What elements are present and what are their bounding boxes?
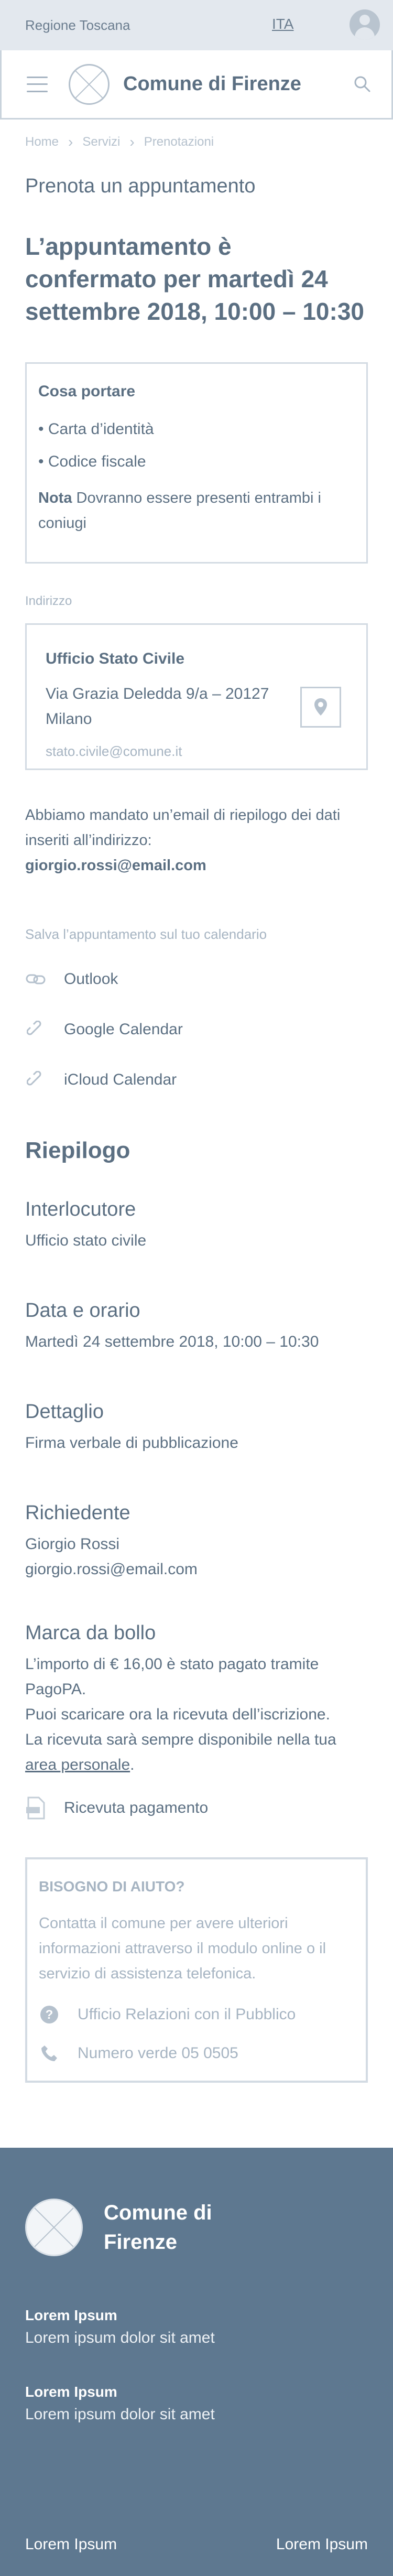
calendar-link-google[interactable]: Google Calendar bbox=[25, 1004, 368, 1055]
logo-icon[interactable] bbox=[69, 63, 110, 105]
summary-datetime: Data e orario Martedì 24 settembre 2018,… bbox=[25, 1300, 368, 1355]
chevron-right-icon: › bbox=[68, 134, 73, 150]
footer-block-text[interactable]: Lorem ipsum dolor sit amet bbox=[25, 2406, 215, 2423]
svg-text:?: ? bbox=[46, 2008, 53, 2022]
footer-block-title: Lorem Ipsum bbox=[25, 2307, 117, 2323]
calendar-link-outlook[interactable]: Outlook bbox=[25, 954, 368, 1004]
chevron-right-icon: › bbox=[129, 134, 135, 150]
footer-block: Lorem Ipsum Lorem ipsum dolor sit amet bbox=[25, 2307, 368, 2347]
urp-link[interactable]: ? Ufficio Relazioni con il Pubblico bbox=[39, 2004, 354, 2025]
stamp-line-3: La ricevuta sarà sempre disponibile nell… bbox=[25, 1731, 336, 1773]
breadcrumb-servizi[interactable]: Servizi bbox=[82, 135, 120, 149]
calendar-link-label: Google Calendar bbox=[64, 1021, 183, 1038]
urp-label: Ufficio Relazioni con il Pubblico bbox=[78, 2006, 296, 2023]
phone-icon bbox=[39, 2043, 60, 2064]
email-sent-address: giorgio.rossi@email.com bbox=[25, 857, 206, 874]
bring-item-tax-code: • Codice fiscale bbox=[38, 453, 146, 470]
phone-label: Numero verde 05 0505 bbox=[78, 2044, 238, 2062]
requester-email: giorgio.rossi@email.com bbox=[25, 1561, 198, 1578]
receipt-link[interactable]: Ricevuta pagamento bbox=[25, 1796, 368, 1820]
map-pin-icon bbox=[314, 698, 327, 716]
stamp-line-1: L’importo di € 16,00 è stato pagato tram… bbox=[25, 1655, 319, 1698]
detail-label: Dettaglio bbox=[25, 1401, 104, 1423]
stamp-line-2: Puoi scaricare ora la ricevuta dell’iscr… bbox=[25, 1706, 330, 1723]
site-footer: Comune di Firenze Lorem Ipsum Lorem ipsu… bbox=[0, 2148, 393, 2576]
footer-block: Lorem Ipsum Lorem ipsum dolor sit amet bbox=[25, 2384, 368, 2423]
address-label: Indirizzo bbox=[25, 594, 72, 608]
site-header: Comune di Firenze bbox=[0, 50, 393, 120]
link-icon bbox=[25, 969, 46, 990]
document-pdf-icon bbox=[26, 1796, 45, 1820]
region-link[interactable]: Regione Toscana bbox=[25, 17, 130, 34]
office-email[interactable]: stato.civile@comune.it bbox=[46, 743, 347, 760]
page-title: Prenota un appuntamento bbox=[25, 175, 256, 197]
top-bar: Regione Toscana ITA bbox=[0, 0, 393, 50]
help-box: BISOGNO DI AIUTO? Contatta il comune per… bbox=[25, 1857, 368, 2083]
footer-link-right[interactable]: Lorem Ipsum bbox=[276, 2536, 368, 2553]
question-icon: ? bbox=[39, 2004, 60, 2025]
interlocutor-value: Ufficio stato civile bbox=[25, 1232, 147, 1249]
stamp-label: Marca da bollo bbox=[25, 1622, 156, 1644]
email-confirmation: Abbiamo mandato un’email di riepilogo de… bbox=[25, 803, 368, 878]
summary-detail: Dettaglio Firma verbale di pubblicazione bbox=[25, 1401, 368, 1456]
bring-card: Cosa portare • Carta d’identità • Codice… bbox=[25, 362, 368, 564]
note-text: Dovranno essere presenti entrambi i coni… bbox=[38, 490, 321, 532]
summary-title: Riepilogo bbox=[25, 1138, 130, 1163]
bring-title: Cosa portare bbox=[38, 383, 136, 400]
calendar-label: Salva l’appuntamento sul tuo calendario bbox=[25, 926, 267, 942]
note-label: Nota bbox=[38, 490, 72, 506]
interlocutor-label: Interlocutore bbox=[25, 1198, 136, 1220]
office-card: Ufficio Stato Civile Via Grazia Deledda … bbox=[25, 623, 368, 770]
footer-block-title: Lorem Ipsum bbox=[25, 2384, 117, 2400]
confirmation-title: L’appuntamento è confermato per martedì … bbox=[25, 233, 364, 325]
bring-item-id-card: • Carta d’identità bbox=[38, 420, 154, 438]
stamp-line-3-text: La ricevuta sarà sempre disponibile nell… bbox=[25, 1731, 336, 1748]
office-name: Ufficio Stato Civile bbox=[46, 650, 185, 667]
calendar-link-label: iCloud Calendar bbox=[64, 1071, 177, 1088]
site-brand[interactable]: Comune di Firenze bbox=[123, 73, 301, 95]
personal-area-link[interactable]: area personale bbox=[25, 1756, 130, 1773]
calendar-link-label: Outlook bbox=[64, 970, 118, 988]
breadcrumb: Home › Servizi › Prenotazioni bbox=[0, 120, 393, 151]
language-selector[interactable]: ITA bbox=[272, 16, 293, 33]
summary-stamp: Marca da bollo L’importo di € 16,00 è st… bbox=[25, 1622, 368, 1778]
search-icon[interactable] bbox=[353, 74, 372, 93]
help-title: BISOGNO DI AIUTO? bbox=[39, 1878, 185, 1895]
link-icon bbox=[25, 1069, 46, 1090]
calendar-link-icloud[interactable]: iCloud Calendar bbox=[25, 1055, 368, 1105]
breadcrumb-prenotazioni: Prenotazioni bbox=[144, 135, 214, 149]
detail-value: Firma verbale di pubblicazione bbox=[25, 1434, 238, 1452]
help-text: Contatta il comune per avere ulteriori i… bbox=[39, 1915, 326, 1982]
footer-brand-row: Comune di Firenze bbox=[25, 2198, 368, 2257]
phone-link[interactable]: Numero verde 05 0505 bbox=[39, 2043, 354, 2064]
bring-note: Nota Dovranno essere presenti entrambi i… bbox=[38, 485, 355, 536]
summary-interlocutor: Interlocutore Ufficio stato civile bbox=[25, 1198, 368, 1253]
map-pin-button[interactable] bbox=[300, 687, 341, 728]
footer-brand[interactable]: Comune di Firenze bbox=[104, 2198, 240, 2257]
requester-name: Giorgio Rossi bbox=[25, 1535, 120, 1553]
user-avatar-icon[interactable] bbox=[350, 9, 380, 40]
datetime-label: Data e orario bbox=[25, 1300, 140, 1322]
datetime-value: Martedì 24 settembre 2018, 10:00 – 10:30 bbox=[25, 1333, 319, 1350]
summary-requester: Richiedente Giorgio Rossi giorgio.rossi@… bbox=[25, 1502, 368, 1582]
page: Regione Toscana ITA Comune di Firenze Ho… bbox=[0, 0, 393, 2576]
footer-link-left[interactable]: Lorem Ipsum bbox=[25, 2536, 117, 2553]
footer-logo-icon[interactable] bbox=[25, 2199, 83, 2256]
receipt-label: Ricevuta pagamento bbox=[64, 1799, 209, 1816]
email-sent-text: Abbiamo mandato un’email di riepilogo de… bbox=[25, 807, 341, 849]
breadcrumb-home[interactable]: Home bbox=[25, 135, 59, 149]
link-icon bbox=[25, 1019, 46, 1040]
requester-label: Richiedente bbox=[25, 1502, 130, 1524]
footer-bottom-links: Lorem Ipsum Lorem Ipsum bbox=[25, 2536, 368, 2553]
menu-icon[interactable] bbox=[27, 76, 48, 92]
footer-block-text[interactable]: Lorem ipsum dolor sit amet bbox=[25, 2329, 215, 2346]
